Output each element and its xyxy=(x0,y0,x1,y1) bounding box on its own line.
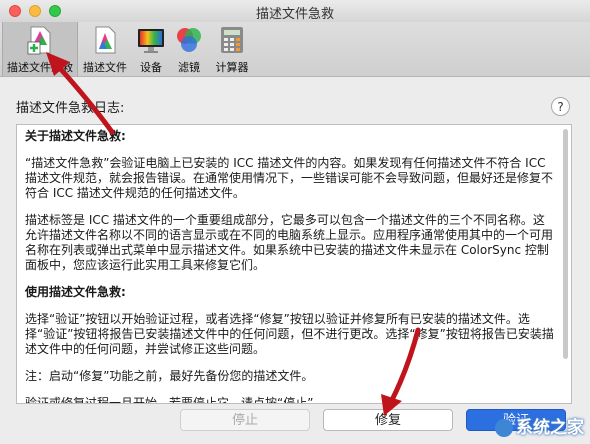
log-content: 关于描述文件急救: “描述文件急救”会验证电脑上已安装的 ICC 描述文件的内容… xyxy=(25,129,555,404)
toolbar-item-filters[interactable]: 滤镜 xyxy=(172,22,206,76)
toolbar-item-profiles[interactable]: 描述文件 xyxy=(80,22,130,76)
help-button[interactable]: ? xyxy=(551,97,570,116)
title-bar: 描述文件急救 xyxy=(0,0,590,22)
toolbar-label: 计算器 xyxy=(215,61,249,74)
repair-button[interactable]: 修复 xyxy=(323,409,453,431)
about-heading: 关于描述文件急救: xyxy=(25,129,126,143)
watermark-text: 系统之家 xyxy=(516,418,584,438)
log-paragraph: 描述标签是 ICC 描述文件的一个重要组成部分，它最多可以包含一个描述文件的三个… xyxy=(25,213,554,272)
log-paragraph: “描述文件急救”会验证电脑上已安装的 ICC 描述文件的内容。如果发现有任何描述… xyxy=(25,156,554,200)
first-aid-icon xyxy=(27,26,51,55)
usage-heading: 使用描述文件急救: xyxy=(25,285,126,299)
watermark-logo-icon xyxy=(495,419,513,437)
log-scrollbar[interactable] xyxy=(563,129,568,359)
toolbar-item-calculator[interactable]: 计算器 xyxy=(210,22,254,76)
calculator-icon xyxy=(221,27,243,53)
toolbar-label: 描述文件 xyxy=(83,61,127,74)
log-text-area[interactable]: 关于描述文件急救: “描述文件急救”会验证电脑上已安装的 ICC 描述文件的内容… xyxy=(16,124,572,404)
log-paragraph: 验证或修复过程一旦开始，若要停止它，请点按“停止”。 xyxy=(25,396,326,404)
filter-icon xyxy=(177,28,201,52)
toolbar-label: 描述文件急救 xyxy=(7,61,73,74)
window-title: 描述文件急救 xyxy=(255,7,334,22)
toolbar-label: 滤镜 xyxy=(178,61,200,74)
toolbar: 描述文件急救 描述文件 设备 滤镜 计算器 xyxy=(0,22,590,77)
log-paragraph: 注：启动“修复”功能之前，最好先备份您的描述文件。 xyxy=(25,369,314,383)
toolbar-item-devices[interactable]: 设备 xyxy=(134,22,168,76)
watermark: 系统之家 xyxy=(495,413,584,438)
log-label: 描述文件急救日志: xyxy=(16,101,125,116)
profile-icon xyxy=(95,26,116,54)
monitor-icon xyxy=(138,29,164,53)
toolbar-item-first-aid[interactable]: 描述文件急救 xyxy=(2,22,78,76)
toolbar-label: 设备 xyxy=(140,61,162,74)
stop-button[interactable]: 停止 xyxy=(180,409,310,431)
log-paragraph: 选择“验证”按钮以开始验证过程，或者选择“修复”按钮以验证并修复所有已安装的描述… xyxy=(25,312,554,356)
